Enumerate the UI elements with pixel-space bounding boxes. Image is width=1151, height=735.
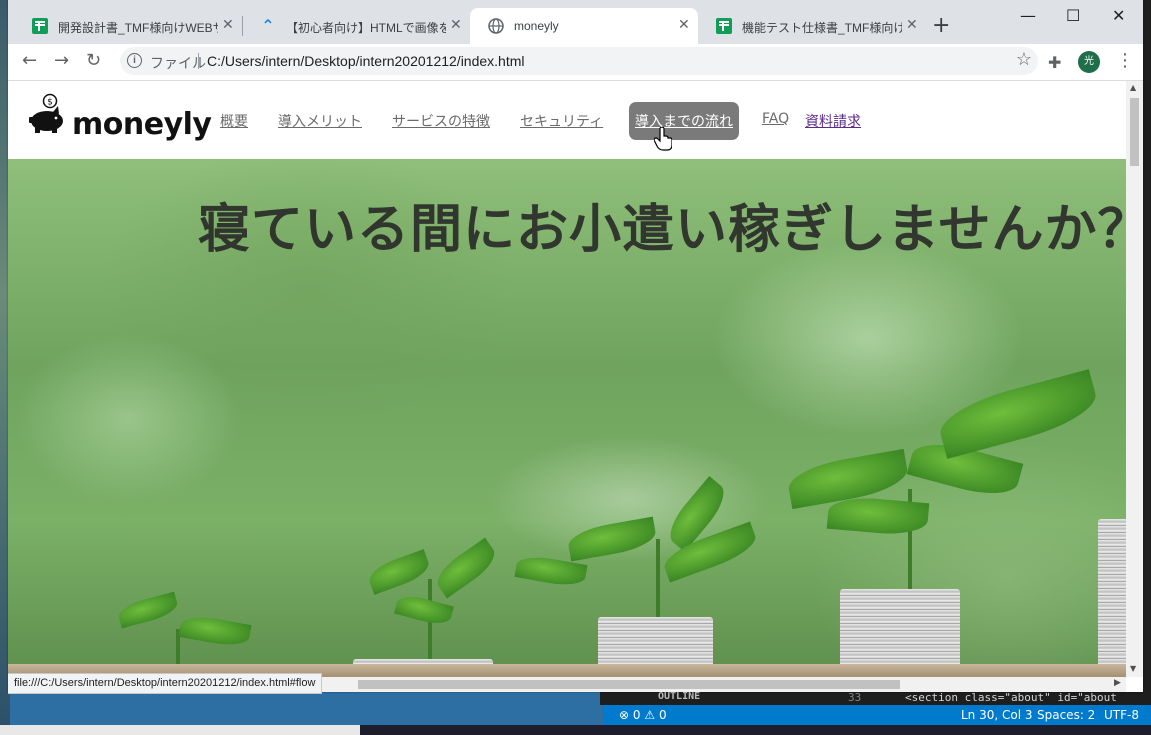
- cursor-position[interactable]: Ln 30, Col 3: [961, 708, 1033, 722]
- nav-link-merits[interactable]: 導入メリット: [278, 111, 362, 131]
- line-number: 33: [848, 691, 862, 704]
- scroll-down-arrow-icon[interactable]: ▼: [1130, 664, 1136, 673]
- maximize-icon[interactable]: ☐: [1066, 6, 1080, 25]
- window-close-icon[interactable]: ✕: [1112, 6, 1125, 25]
- nav-link-overview[interactable]: 概要: [220, 111, 248, 131]
- vertical-scrollbar[interactable]: ▲ ▼: [1126, 81, 1143, 677]
- taskbar-search-area: [0, 725, 360, 735]
- info-icon[interactable]: i: [127, 53, 142, 68]
- tab-design-doc[interactable]: 開発設計書_TMF様向けWEBサイ ✕: [14, 8, 243, 44]
- nav-link-flow[interactable]: 導入までの流れ: [629, 102, 739, 140]
- sheets-icon: [716, 18, 732, 34]
- tab-title: 【初心者向け】HTMLで画像を配置: [286, 21, 446, 35]
- nav-link-request-docs[interactable]: 資料請求: [805, 111, 861, 131]
- close-icon[interactable]: ✕: [906, 17, 918, 33]
- back-icon[interactable]: ←: [22, 50, 37, 71]
- indentation-setting[interactable]: Spaces: 2: [1037, 708, 1095, 722]
- tab-strip: 開発設計書_TMF様向けWEBサイ ✕ ⌃ 【初心者向け】HTMLで画像を配置 …: [8, 0, 1143, 44]
- minimize-icon[interactable]: —: [1020, 6, 1036, 25]
- outline-panel-label[interactable]: OUTLINE: [658, 691, 700, 702]
- scroll-right-arrow-icon[interactable]: ▶: [1114, 678, 1121, 688]
- sheets-icon: [32, 18, 48, 34]
- leaf: [934, 369, 1102, 459]
- profile-avatar[interactable]: 光: [1078, 51, 1100, 73]
- logo-text: moneyly: [72, 107, 212, 142]
- tab-qiita[interactable]: ⌃ 【初心者向け】HTMLで画像を配置 ✕: [242, 8, 470, 44]
- leaf: [430, 537, 502, 599]
- site-header: $ moneyly 概要 導入メリット サービスの特徴 セキュリティ 導入までの…: [8, 81, 1126, 159]
- address-url[interactable]: C:/Users/intern/Desktop/intern20201212/i…: [207, 53, 525, 69]
- tab-title: 開発設計書_TMF様向けWEBサイ: [58, 21, 218, 35]
- hand-cursor-icon: [654, 127, 672, 151]
- nav-link-features[interactable]: サービスの特徴: [392, 111, 490, 131]
- new-tab-icon[interactable]: +: [932, 13, 950, 38]
- encoding-setting[interactable]: UTF-8: [1104, 708, 1139, 722]
- problems-indicator[interactable]: ⊗ 0 ⚠ 0: [619, 708, 667, 722]
- nav-link-security[interactable]: セキュリティ: [520, 111, 603, 131]
- tab-title: 機能テスト仕様書_TMF様向けW: [742, 21, 902, 35]
- reload-icon[interactable]: ↻: [86, 50, 101, 71]
- leaf: [365, 549, 433, 595]
- leaf: [566, 516, 658, 562]
- tab-test-spec[interactable]: 機能テスト仕様書_TMF様向けW ✕: [698, 8, 926, 44]
- kebab-menu-icon[interactable]: ⋮: [1116, 50, 1134, 71]
- leaf: [826, 494, 930, 538]
- tab-title: moneyly: [514, 19, 559, 33]
- close-icon[interactable]: ✕: [678, 17, 690, 33]
- warning-count: 0: [658, 708, 667, 722]
- scrollbar-thumb[interactable]: [1130, 98, 1139, 166]
- hero-title: 寝ている間にお小遣い稼ぎしませんか？: [198, 200, 1126, 260]
- error-icon: ⊗: [619, 708, 630, 722]
- address-bar[interactable]: i ファイル C:/Users/intern/Desktop/intern202…: [120, 47, 1038, 75]
- code-line[interactable]: <section class="about" id="about: [905, 691, 1117, 704]
- globe-icon: [488, 18, 504, 34]
- forward-icon[interactable]: →: [54, 50, 69, 71]
- bookmark-star-icon[interactable]: ☆: [1016, 49, 1032, 70]
- hero-banner: 寝ている間にお小遣い稼ぎしませんか？: [8, 159, 1126, 677]
- qiita-icon: ⌃: [261, 16, 275, 35]
- page-viewport: $ moneyly 概要 導入メリット サービスの特徴 セキュリティ 導入までの…: [8, 81, 1126, 677]
- coin-stack: [1098, 519, 1126, 677]
- code-editor-strip: OUTLINE 33 <section class="about" id="ab…: [600, 690, 1151, 705]
- nav-link-faq[interactable]: FAQ: [762, 111, 789, 127]
- leaf: [394, 592, 454, 628]
- svg-text:$: $: [47, 98, 53, 108]
- close-icon[interactable]: ✕: [450, 17, 462, 33]
- browser-toolbar: ← → ↻ i ファイル C:/Users/intern/Desktop/int…: [8, 44, 1143, 81]
- browser-window: 開発設計書_TMF様向けWEBサイ ✕ ⌃ 【初心者向け】HTMLで画像を配置 …: [8, 0, 1143, 694]
- scroll-up-arrow-icon[interactable]: ▲: [1130, 83, 1136, 92]
- link-status-url: file:///C:/Users/intern/Desktop/intern20…: [8, 673, 323, 694]
- tab-moneyly[interactable]: moneyly ✕: [470, 8, 698, 44]
- address-divider: [198, 53, 199, 69]
- warning-icon: ⚠: [644, 708, 656, 722]
- editor-status-bar: ⊗ 0 ⚠ 0 Ln 30, Col 3 Spaces: 2 UTF-8: [603, 705, 1151, 725]
- error-count: 0: [632, 708, 641, 722]
- close-icon[interactable]: ✕: [222, 17, 234, 33]
- coin-icon: $: [42, 93, 58, 109]
- leaf: [178, 613, 252, 649]
- leaf: [116, 591, 180, 629]
- extensions-puzzle-icon[interactable]: ✚: [1048, 53, 1061, 72]
- scrollbar-thumb[interactable]: [358, 680, 900, 689]
